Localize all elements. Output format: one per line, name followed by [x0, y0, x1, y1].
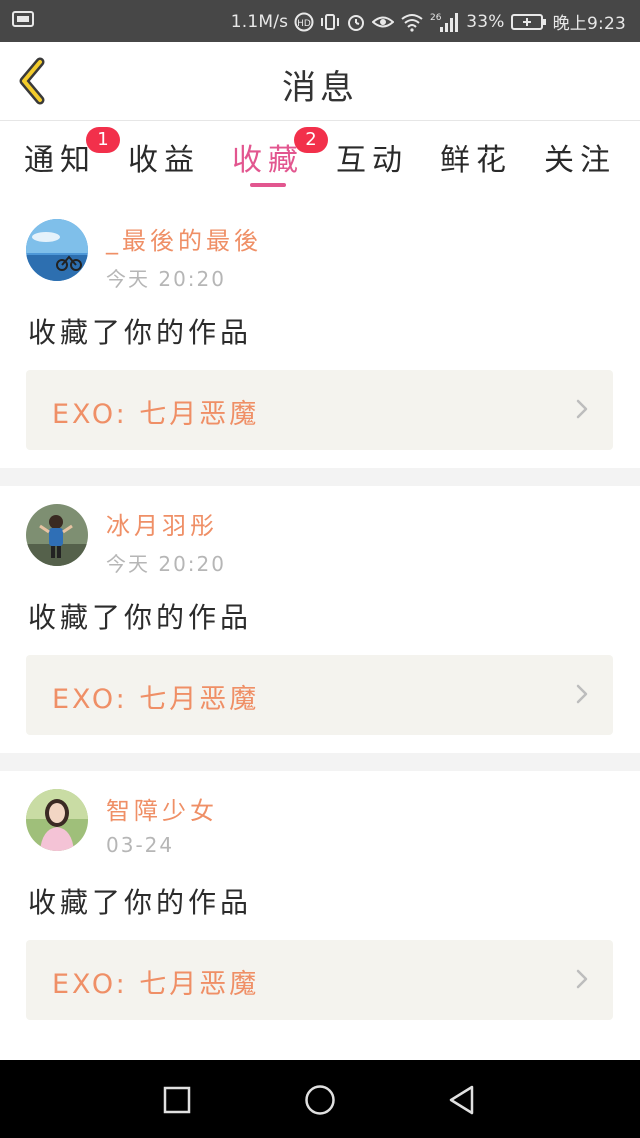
tab-label: 鲜花	[440, 143, 512, 178]
square-icon	[163, 1086, 191, 1114]
divider	[0, 468, 640, 486]
hd-icon: HD	[294, 12, 314, 32]
screen: 1.1M/s HD 26 33% 晚上9:23 消息 通知 1 收益 收藏 2 …	[0, 0, 640, 1138]
work-link[interactable]: EXO: 七月恶魔	[26, 655, 613, 735]
work-title: EXO: 七月恶魔	[52, 969, 260, 1000]
battery-icon	[510, 12, 547, 32]
app-notification-icon	[12, 10, 34, 33]
vibrate-icon	[320, 12, 340, 32]
status-bar: 1.1M/s HD 26 33% 晚上9:23	[0, 0, 640, 42]
battery-percent: 33%	[466, 11, 505, 32]
list-item: _最後的最後 今天 20:20 收藏了你的作品 EXO: 七月恶魔	[0, 201, 640, 468]
chevron-right-icon	[576, 969, 588, 989]
system-back-button[interactable]	[442, 1080, 482, 1120]
avatar[interactable]	[26, 789, 88, 851]
home-button[interactable]	[300, 1080, 340, 1120]
tab-earnings[interactable]: 收益	[112, 135, 216, 195]
tab-label: 收益	[128, 143, 200, 178]
chevron-right-icon	[576, 684, 588, 704]
eye-icon	[372, 12, 395, 32]
avatar[interactable]	[26, 219, 88, 281]
username[interactable]: 冰月羽彤	[106, 506, 218, 541]
list-item: 冰月羽彤 今天 20:20 收藏了你的作品 EXO: 七月恶魔	[0, 486, 640, 753]
avatar[interactable]	[26, 504, 88, 566]
svg-text:HD: HD	[297, 19, 311, 29]
tab-following[interactable]: 关注	[528, 135, 632, 195]
header: 消息	[0, 42, 640, 121]
list-item: 智障少女 03-24 收藏了你的作品 EXO: 七月恶魔	[0, 771, 640, 1038]
username[interactable]: 智障少女	[106, 791, 218, 826]
tab-flowers[interactable]: 鲜花	[424, 135, 528, 195]
circle-icon	[305, 1085, 335, 1115]
tab-bar: 通知 1 收益 收藏 2 互动 鲜花 关注	[0, 121, 640, 201]
tab-interactions[interactable]: 互动	[320, 135, 424, 195]
clock: 晚上9:23	[552, 14, 626, 34]
system-navigation-bar	[0, 1060, 640, 1138]
network-speed: 1.1M/s	[230, 11, 289, 32]
triangle-back-icon	[449, 1085, 474, 1115]
action-text: 收藏了你的作品	[28, 886, 253, 919]
action-text: 收藏了你的作品	[28, 601, 253, 634]
page-title: 消息	[282, 68, 358, 108]
tab-label: 关注	[544, 143, 616, 178]
timestamp: 03-24	[106, 833, 175, 857]
alarm-icon	[346, 12, 366, 32]
chevron-right-icon	[576, 399, 588, 419]
signal-icon: 26	[430, 11, 460, 33]
wifi-icon	[400, 12, 424, 32]
divider	[0, 753, 640, 771]
tab-notifications[interactable]: 通知 1	[8, 127, 120, 195]
work-link[interactable]: EXO: 七月恶魔	[26, 370, 613, 450]
action-text: 收藏了你的作品	[28, 316, 253, 349]
work-title: EXO: 七月恶魔	[52, 684, 260, 715]
message-list: _最後的最後 今天 20:20 收藏了你的作品 EXO: 七月恶魔 冰月羽彤 今…	[0, 201, 640, 1038]
recent-apps-button[interactable]	[157, 1080, 197, 1120]
timestamp: 今天 20:20	[106, 267, 226, 291]
network-type-label: 26	[430, 13, 442, 23]
tab-favorites[interactable]: 收藏 2	[216, 127, 328, 195]
active-tab-indicator	[250, 183, 286, 187]
tab-label: 互动	[336, 143, 408, 178]
work-title: EXO: 七月恶魔	[52, 399, 260, 430]
work-link[interactable]: EXO: 七月恶魔	[26, 940, 613, 1020]
timestamp: 今天 20:20	[106, 552, 226, 576]
username[interactable]: _最後的最後	[106, 221, 262, 256]
